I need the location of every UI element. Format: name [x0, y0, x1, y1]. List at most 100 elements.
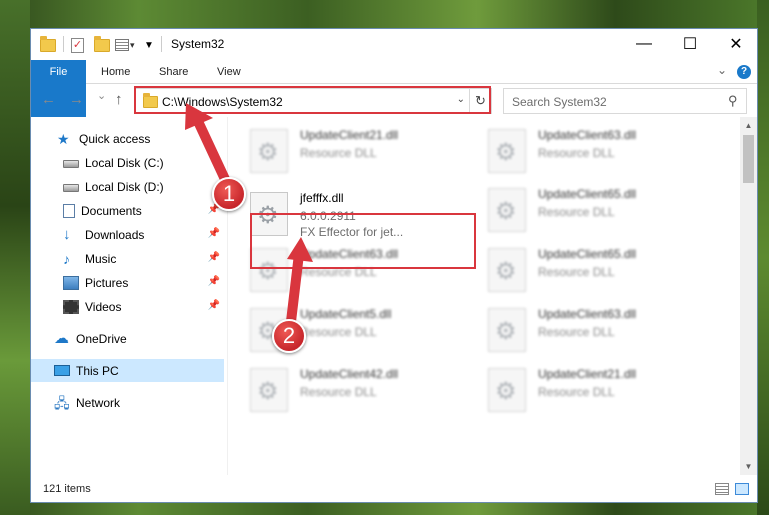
- sidebar-item-local-disk-c[interactable]: Local Disk (C:): [31, 151, 224, 174]
- tab-view[interactable]: View: [217, 60, 241, 84]
- file-name: UpdateClient21.dll: [538, 367, 637, 381]
- computer-icon: [54, 365, 70, 376]
- help-icon[interactable]: ?: [737, 65, 751, 79]
- tiles-view-button[interactable]: [735, 483, 749, 495]
- music-icon: ♪: [63, 250, 70, 267]
- maximize-button[interactable]: ☐: [667, 29, 713, 59]
- file-name: UpdateClient42.dll: [300, 367, 399, 381]
- file-explorer-window: ✓ ▾ ▼ System32 — ☐ ✕ File Home Share Vie…: [30, 28, 758, 503]
- file-description: Resource DLL: [538, 205, 615, 219]
- file-description: Resource DLL: [538, 325, 615, 339]
- scroll-up-icon[interactable]: ▲: [740, 117, 757, 134]
- recent-locations-button[interactable]: ⌄: [97, 89, 106, 102]
- forward-button[interactable]: →: [69, 91, 84, 108]
- pin-icon[interactable]: 📌: [208, 300, 220, 311]
- cloud-icon: ☁: [54, 329, 69, 347]
- sidebar-item-this-pc[interactable]: This PC: [31, 359, 224, 382]
- file-item[interactable]: UpdateClient42.dll Resource DLL: [230, 361, 460, 419]
- address-highlight-box: [134, 86, 491, 114]
- file-item[interactable]: UpdateClient65.dll Resource DLL: [468, 241, 698, 299]
- title-bar: ✓ ▾ ▼ System32 — ☐ ✕: [31, 29, 757, 60]
- sidebar-item-label: Videos: [85, 299, 122, 314]
- pin-icon[interactable]: 📌: [208, 228, 220, 239]
- pictures-icon: [63, 275, 79, 290]
- tab-share[interactable]: Share: [159, 60, 188, 84]
- dll-file-icon: [250, 368, 288, 412]
- properties-qat-icon[interactable]: ✓: [71, 36, 84, 54]
- minimize-button[interactable]: —: [621, 29, 667, 59]
- sidebar-item-label: Local Disk (D:): [85, 179, 164, 194]
- sidebar-item-label: Documents: [81, 203, 142, 218]
- ribbon-tabs: File Home Share View ⌄ ?: [31, 60, 757, 118]
- sidebar-item-label: Music: [85, 251, 117, 266]
- sidebar-item-local-disk-d[interactable]: Local Disk (D:): [31, 175, 224, 198]
- sidebar-item-label: OneDrive: [76, 331, 127, 346]
- file-item[interactable]: UpdateClient65.dll Resource DLL: [468, 181, 698, 239]
- title-separator: [161, 36, 162, 52]
- sidebar-item-onedrive[interactable]: ☁ OneDrive: [31, 327, 224, 350]
- desktop-background-left: [0, 0, 30, 515]
- file-highlight-box: [250, 213, 476, 269]
- file-name: UpdateClient63.dll: [538, 128, 637, 142]
- sidebar-item-network[interactable]: 🖧 Network: [31, 391, 224, 414]
- file-item[interactable]: UpdateClient63.dll Resource DLL: [468, 301, 698, 359]
- scroll-thumb[interactable]: [743, 135, 754, 183]
- new-folder-qat-icon[interactable]: [94, 35, 110, 54]
- file-name: UpdateClient21.dll: [300, 128, 399, 142]
- details-view-button[interactable]: [715, 483, 729, 495]
- vertical-scrollbar[interactable]: ▲ ▼: [740, 117, 757, 475]
- search-icon[interactable]: ⚲: [728, 93, 738, 109]
- file-item[interactable]: UpdateClient5.dll Resource DLL: [230, 301, 460, 359]
- sidebar-item-downloads[interactable]: ↓ Downloads 📌: [31, 223, 224, 246]
- up-button[interactable]: ↑: [115, 91, 123, 108]
- sidebar-item-documents[interactable]: Documents 📌: [31, 199, 224, 222]
- customize-qat-icon[interactable]: ▾: [115, 36, 135, 54]
- sidebar-item-label: Quick access: [79, 131, 151, 146]
- qat-separator: [63, 36, 64, 52]
- file-item[interactable]: UpdateClient21.dll Resource DLL: [230, 122, 460, 180]
- file-name: UpdateClient63.dll: [538, 307, 637, 321]
- sidebar-item-videos[interactable]: Videos 📌: [31, 295, 224, 318]
- search-input[interactable]: Search System32: [512, 95, 607, 109]
- dll-file-icon: [488, 129, 526, 173]
- scroll-down-icon[interactable]: ▼: [740, 458, 757, 475]
- dll-file-icon: [488, 368, 526, 412]
- sidebar-item-label: Pictures: [85, 275, 129, 290]
- qat-dropdown-icon[interactable]: ▼: [144, 36, 154, 54]
- desktop-background-right: [757, 0, 769, 515]
- file-item[interactable]: UpdateClient63.dll Resource DLL: [468, 122, 698, 180]
- pin-icon[interactable]: 📌: [208, 276, 220, 287]
- item-count: 121 items: [43, 483, 91, 495]
- file-name: UpdateClient65.dll: [538, 187, 637, 201]
- close-button[interactable]: ✕: [713, 29, 759, 59]
- navigation-bar: ← → ⌄ ↑ C:\Windows\System32 ⌄ ↻ Search S…: [31, 85, 757, 117]
- sidebar-item-music[interactable]: ♪ Music 📌: [31, 247, 224, 270]
- sidebar-item-label: Downloads: [85, 227, 145, 242]
- search-box[interactable]: Search System32 ⚲: [503, 88, 747, 114]
- file-description: Resource DLL: [300, 325, 377, 339]
- expand-ribbon-icon[interactable]: ⌄: [717, 63, 727, 77]
- sidebar-item-pictures[interactable]: Pictures 📌: [31, 271, 224, 294]
- file-item[interactable]: UpdateClient21.dll Resource DLL: [468, 361, 698, 419]
- file-description: Resource DLL: [538, 265, 615, 279]
- dll-file-icon: [250, 129, 288, 173]
- file-description: Resource DLL: [538, 146, 615, 160]
- step-1-badge: 1: [212, 177, 246, 211]
- dll-file-icon: [488, 188, 526, 232]
- network-icon: 🖧: [54, 394, 70, 411]
- documents-icon: [63, 203, 75, 218]
- tab-home[interactable]: Home: [101, 60, 130, 84]
- sidebar-item-label: This PC: [76, 363, 119, 378]
- download-icon: ↓: [63, 225, 71, 243]
- window-title: System32: [171, 37, 225, 51]
- pin-icon[interactable]: 📌: [208, 252, 220, 263]
- window-folder-icon: [40, 35, 56, 54]
- file-description: Resource DLL: [300, 385, 377, 399]
- drive-icon: [63, 160, 79, 168]
- sidebar-item-quick-access[interactable]: ★ Quick access: [31, 127, 224, 150]
- file-description: Resource DLL: [300, 146, 377, 160]
- file-name: UpdateClient65.dll: [538, 247, 637, 261]
- back-button[interactable]: ←: [41, 91, 56, 108]
- status-bar: 121 items: [31, 475, 757, 502]
- file-list: UpdateClient21.dll Resource DLL jfefffx.…: [228, 117, 742, 475]
